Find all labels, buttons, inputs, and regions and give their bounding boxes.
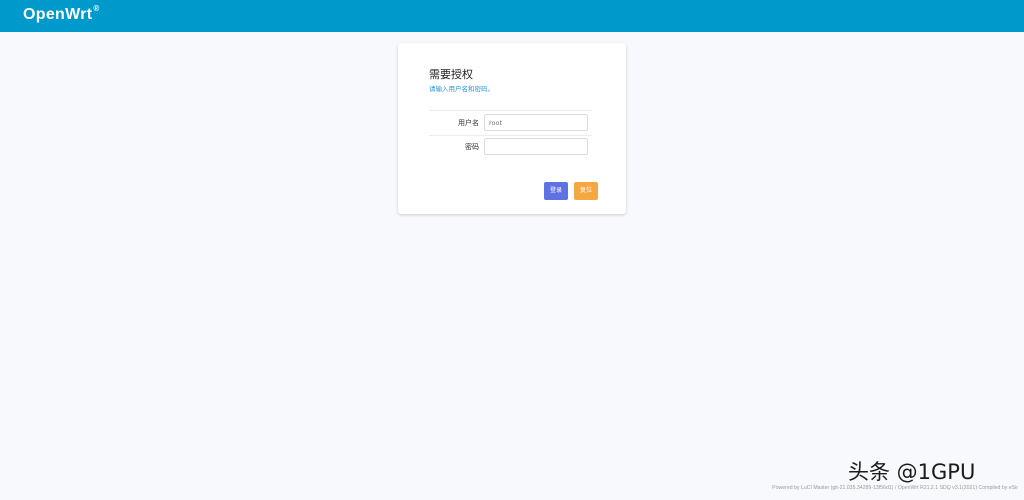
top-bar: OpenWrt® [0,0,1024,32]
watermark-text: 头条 @1GPU [848,460,976,484]
username-field[interactable] [484,114,588,131]
password-label: 密码 [465,143,479,151]
login-card: 需要授权 请输入用户名和密码。 用户名 密码 登录 复位 [398,43,626,214]
username-label: 用户名 [458,119,479,127]
login-title: 需要授权 [429,68,473,81]
brand-logo[interactable]: OpenWrt® [23,4,100,24]
login-button[interactable]: 登录 [544,182,568,200]
brand-name: OpenWrt [23,6,93,23]
reset-button[interactable]: 复位 [574,182,598,200]
footer-text: Powered by LuCI Master (git-21.035.34289… [772,485,1018,491]
form-divider-top [429,110,592,111]
password-field[interactable] [484,138,588,155]
login-subtitle: 请输入用户名和密码。 [429,85,494,93]
registered-mark: ® [93,4,100,13]
form-divider-middle [429,135,592,136]
